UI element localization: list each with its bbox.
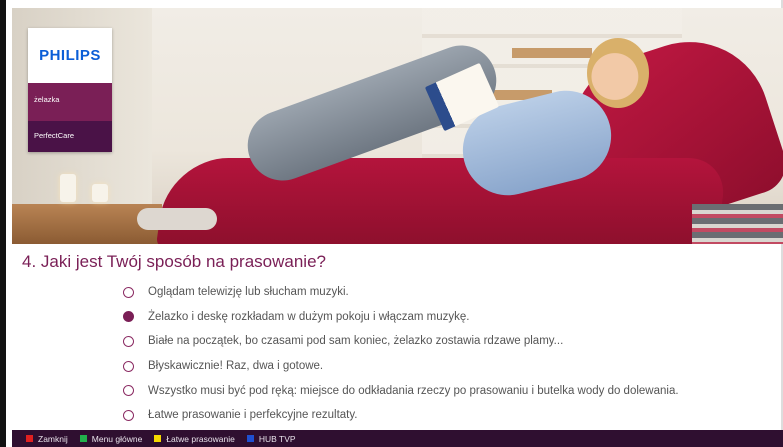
answer-option[interactable]: Wszystko musi być pod ręką: miejsce do o… [123,378,679,403]
hero-image [12,8,783,244]
answer-label: Łatwe prasowanie i perfekcyjne rezultaty… [148,409,358,422]
easy-ironing-key-label: Łatwe prasowanie [166,433,235,444]
blue-key-icon [246,435,254,442]
philips-logo: PHILIPS [39,47,101,64]
hero-candle [60,174,76,202]
app-frame: PHILIPS żelazka PerfectCare 4. Jaki jest… [0,0,783,447]
radio-icon[interactable] [123,286,134,298]
remote-key-bar: Zamknij Menu główne Łatwe prasowanie HUB… [12,430,783,447]
radio-icon[interactable] [123,335,134,347]
radio-icon[interactable] [123,360,134,372]
answer-label: Żelazko i deskę rozkładam w dużym pokoju… [148,310,470,323]
answer-label: Błyskawicznie! Raz, dwa i gotowe. [148,360,324,373]
hub-tvp-key-label: HUB TVP [258,433,296,444]
radio-icon[interactable] [123,385,134,397]
main-menu-key[interactable]: Menu główne [79,433,143,444]
answer-option[interactable]: Błyskawicznie! Raz, dwa i gotowe. [123,354,679,379]
brand-category: żelazka [28,83,112,121]
brand-panel: PHILIPS żelazka PerfectCare [28,28,112,152]
hub-tvp-key[interactable]: HUB TVP [246,433,296,444]
radio-icon[interactable] [123,409,134,421]
question-title: 4. Jaki jest Twój sposób na prasowanie? [22,252,326,271]
answer-option[interactable]: Białe na początek, bo czasami pod sam ko… [123,329,679,354]
close-key[interactable]: Zamknij [26,434,68,444]
answer-option[interactable]: Łatwe prasowanie i perfekcyjne rezultaty… [123,403,679,428]
answer-list: Oglądam telewizję lub słucham muzyki. Że… [123,280,679,428]
close-key-label: Zamknij [38,433,68,444]
brand-product-line: PerfectCare [28,121,112,152]
hero-step [512,48,592,58]
answer-option[interactable]: Oglądam telewizję lub słucham muzyki. [123,280,679,305]
answer-label: Wszystko musi być pod ręką: miejsce do o… [148,384,679,397]
hero-towels [692,204,783,244]
hero-lounger [155,158,729,244]
easy-ironing-key[interactable]: Łatwe prasowanie [154,434,235,444]
green-key-icon [79,435,87,442]
hero-person-head [587,38,649,108]
radio-checked-icon[interactable] [123,311,134,323]
main-menu-key-label: Menu główne [91,433,143,444]
answer-label: Oglądam telewizję lub słucham muzyki. [148,286,349,299]
answer-label: Białe na początek, bo czasami pod sam ko… [148,335,564,348]
answer-option[interactable]: Żelazko i deskę rozkładam w dużym pokoju… [123,305,679,330]
red-key-icon [26,435,33,442]
hero-slippers [137,208,217,230]
hero-candle [92,184,108,202]
yellow-key-icon [154,435,162,442]
